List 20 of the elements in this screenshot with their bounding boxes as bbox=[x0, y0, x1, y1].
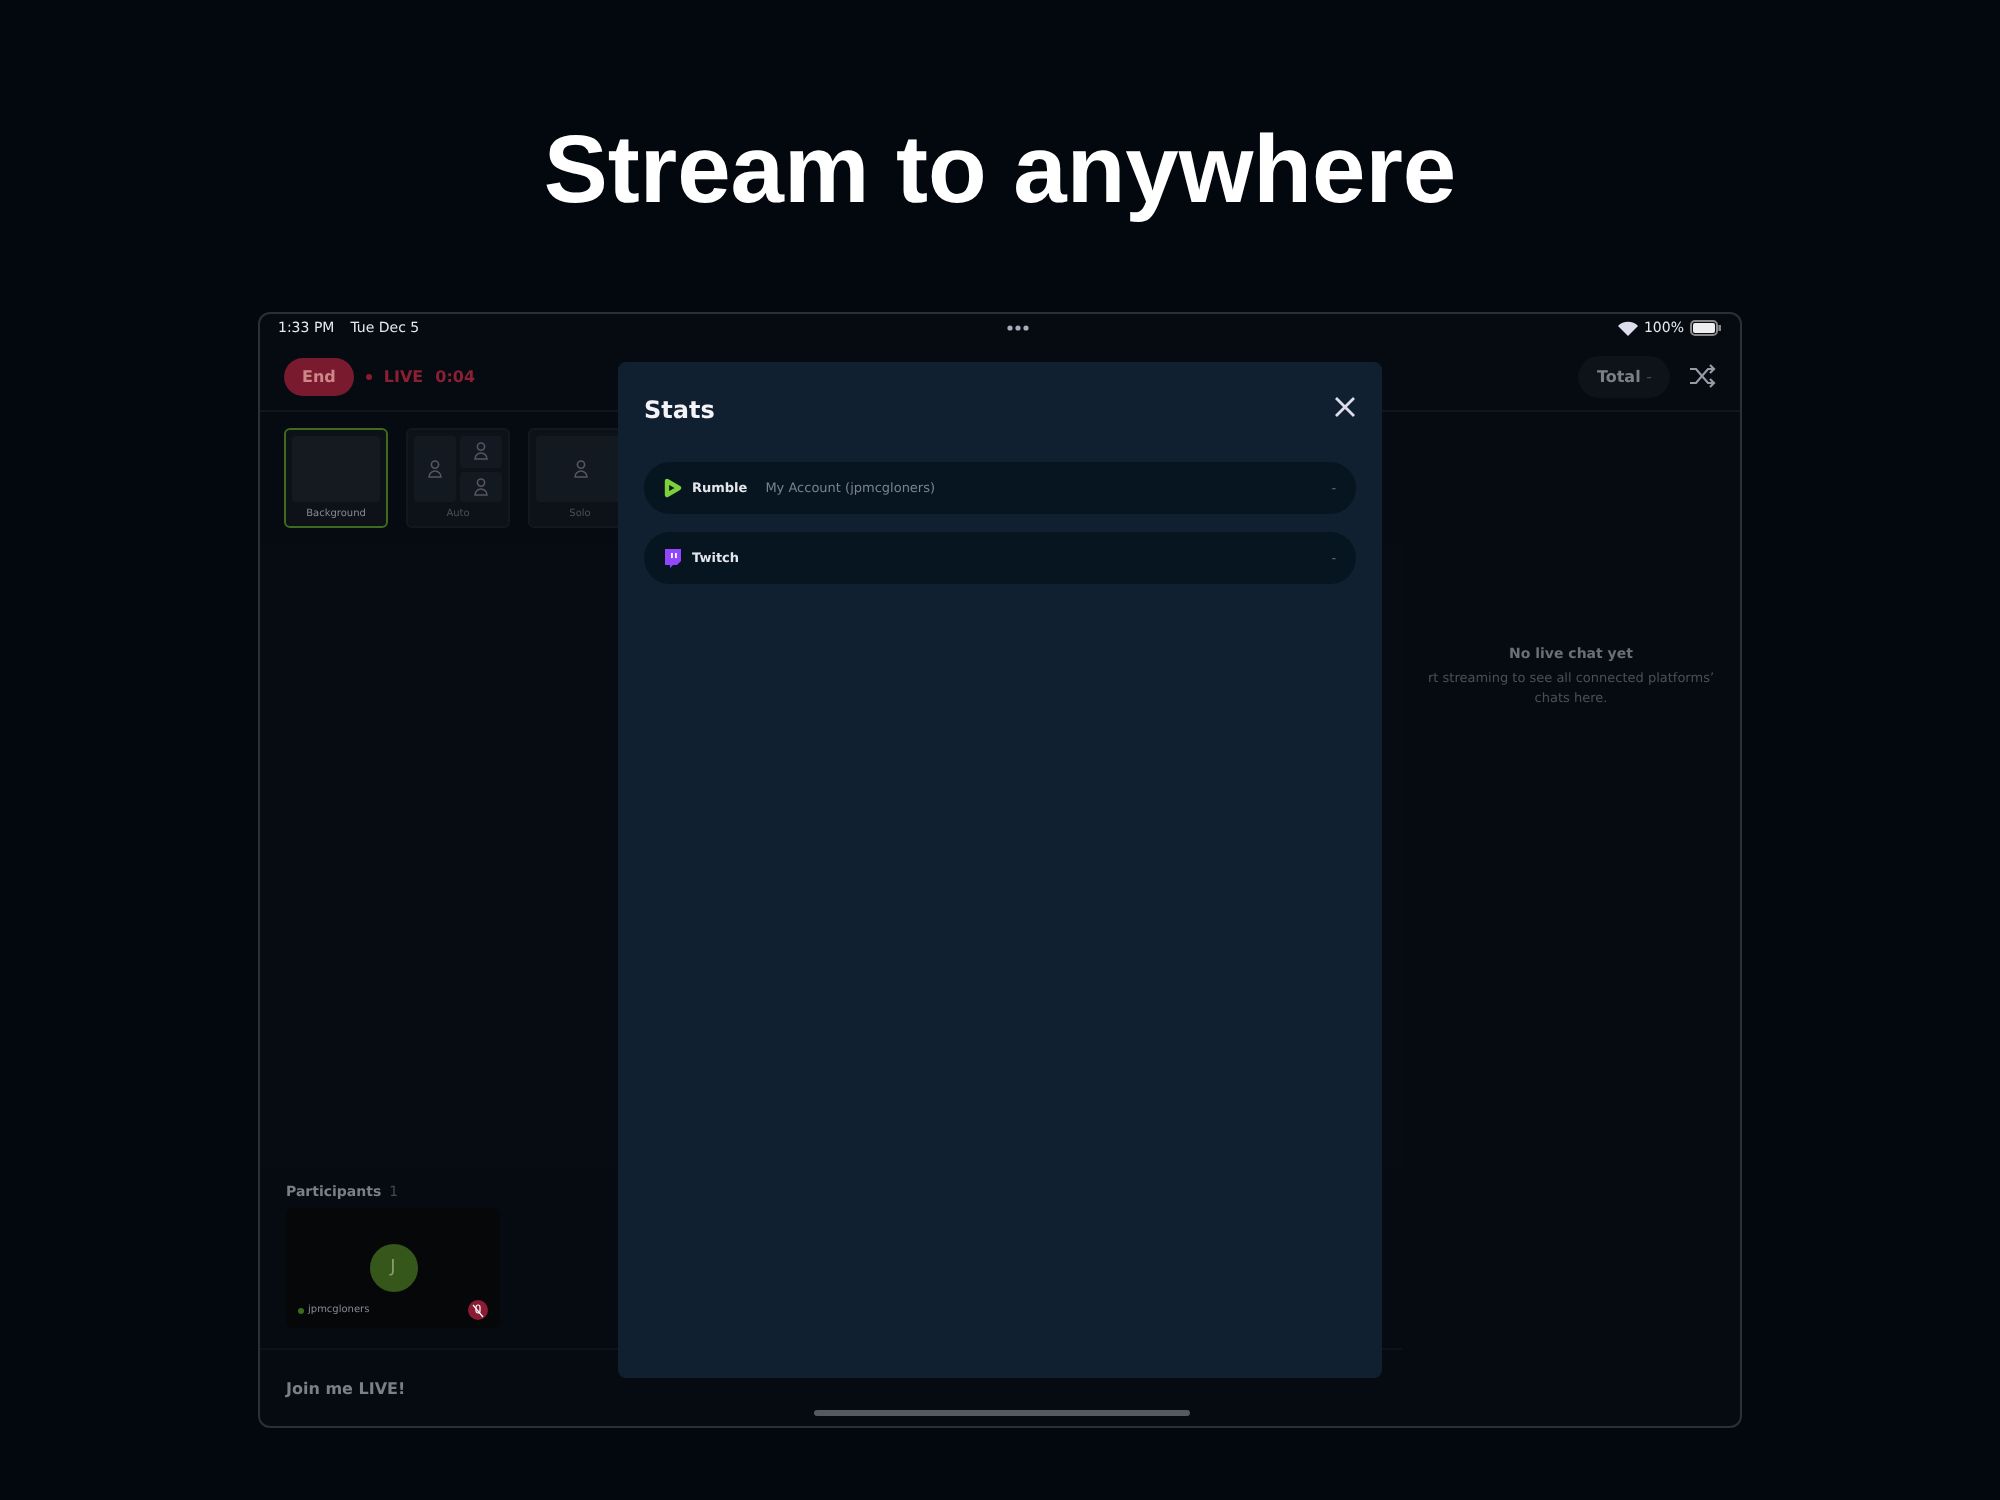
avatar-circle: J bbox=[369, 1244, 417, 1292]
person-icon bbox=[428, 460, 442, 478]
wifi-icon bbox=[1617, 320, 1638, 336]
end-button[interactable]: End bbox=[284, 357, 354, 395]
live-label: LIVE bbox=[383, 367, 424, 385]
stream-title: Join me LIVE! bbox=[286, 1379, 406, 1397]
chat-bubble-icon bbox=[664, 548, 682, 568]
shuffle-icon[interactable] bbox=[1690, 364, 1716, 388]
battery-icon bbox=[1689, 320, 1722, 336]
headline: Stream to anywhere bbox=[543, 116, 1457, 228]
dialog-title: Stats bbox=[644, 396, 715, 424]
person-icon bbox=[573, 460, 587, 478]
person-icon bbox=[474, 477, 488, 496]
person-icon bbox=[474, 442, 488, 461]
more-icon[interactable] bbox=[1006, 324, 1031, 332]
total-dropdown[interactable]: Total - bbox=[1578, 355, 1670, 397]
play-icon bbox=[664, 478, 682, 498]
stream-timer: 0:04 bbox=[435, 367, 476, 385]
live-dot-icon bbox=[365, 373, 372, 379]
close-icon[interactable] bbox=[1334, 395, 1356, 417]
